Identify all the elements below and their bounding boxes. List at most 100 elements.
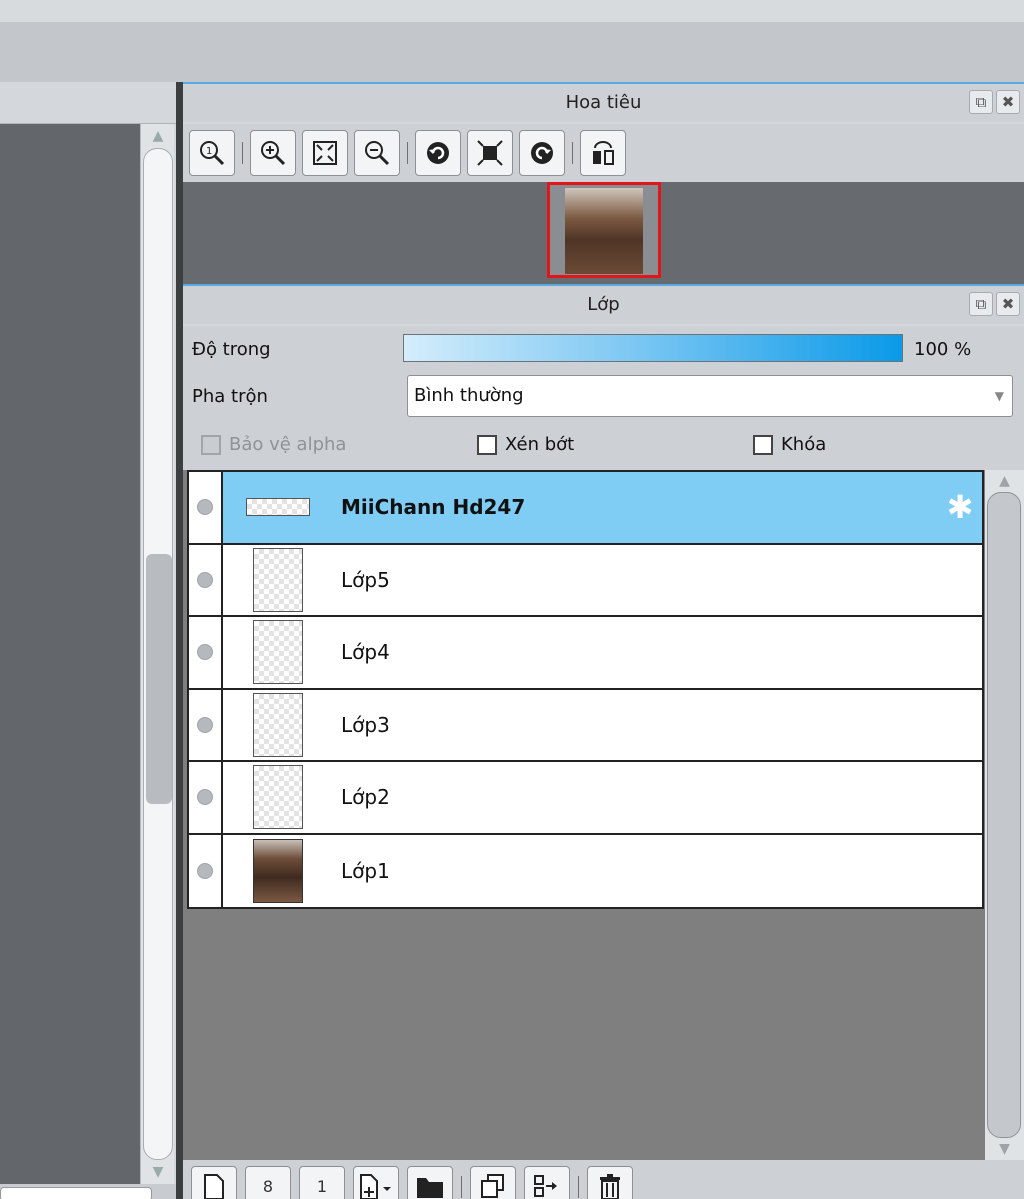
navigator-thumbnail-image [565,188,643,274]
zoom-out-icon [365,141,390,166]
toolbar-separator [578,1176,579,1198]
duplicate-layer-button[interactable] [470,1166,516,1199]
new-page-icon [204,1174,224,1199]
new-1bit-layer-button[interactable]: 1 [299,1166,345,1199]
lock-checkbox[interactable]: Khóa [753,434,826,455]
new-folder-button[interactable] [407,1166,453,1199]
zoom-field[interactable] [0,1187,152,1199]
layer-thumbnail [253,692,303,757]
layer-row[interactable]: Lớp1 [189,834,982,907]
rotate-left-button[interactable] [415,130,461,176]
layer-row[interactable]: Lớp4 [189,617,982,690]
layer-name: Lớp2 [341,785,390,810]
toolbar-separator [461,1176,462,1198]
panel-splitter[interactable] [176,82,183,1199]
opacity-value: 100 % [914,339,972,360]
rotate-right-button[interactable] [519,130,565,176]
checkbox-box [753,434,773,455]
navigator-preview[interactable] [183,182,1024,284]
undock-icon[interactable]: ⧉ [969,292,993,316]
rotate-right-icon [531,142,553,164]
navigator-panel-header: Hoa tiêu ⧉ ✖ [183,82,1024,122]
layer-thumbnail [253,765,303,830]
undock-icon[interactable]: ⧉ [969,90,993,114]
layer-thumbnail [253,547,303,612]
layers-toolbar: 8 1 [183,1160,1024,1199]
layer-row[interactable]: MiiChann Hd247 ✱ [189,472,982,545]
layer-name: Lớp4 [341,640,390,665]
layer-name: MiiChann Hd247 [341,495,526,520]
layers-list-area: MiiChann Hd247 ✱ Lớp5 Lớp4 Lớp3 Lớp2 Lớp… [183,470,1024,1160]
canvas-vertical-scrollbar[interactable]: ▲ ▼ [140,124,174,1184]
add-layer-dropdown-button[interactable] [353,1166,399,1199]
add-layer-icon [360,1174,391,1199]
app-toolbar-strip [0,22,1024,82]
app-top-strip [0,0,1024,22]
scroll-down-arrow-icon[interactable]: ▼ [985,1138,1024,1160]
navigator-view-frame[interactable] [547,182,661,278]
visibility-toggle[interactable] [189,689,223,760]
visibility-dot-icon [197,862,213,879]
delete-layer-button[interactable] [587,1166,633,1199]
navigator-toolbar: 1 [183,124,1024,182]
layer-name: Lớp3 [341,712,390,737]
toolbar-separator [572,142,573,164]
canvas-status-bar [0,1184,176,1199]
layer-properties: Độ trong 100 % Pha trộn Bình thường ▼ Bả… [183,326,1024,470]
fit-screen-icon [477,140,503,166]
zoom-in-button[interactable] [250,130,296,176]
fit-screen-button[interactable] [467,130,513,176]
layer-name: Lớp1 [341,858,390,883]
visibility-dot-icon [197,499,213,516]
merge-down-button[interactable] [524,1166,570,1199]
layer-row[interactable]: Lớp5 [189,544,982,617]
lock-label: Khóa [781,434,827,455]
canvas-tab-bar [0,82,176,124]
visibility-toggle[interactable] [189,762,223,833]
visibility-dot-icon [197,716,213,733]
scrollbar-track[interactable] [987,492,1021,1138]
layers-vertical-scrollbar[interactable]: ▲ ▼ [985,470,1024,1160]
layer-row[interactable]: Lớp2 [189,762,982,835]
blend-mode-select[interactable]: Bình thường ▼ [407,375,1013,417]
chevron-down-icon: ▼ [994,389,1004,403]
checkbox-box [477,434,497,455]
visibility-toggle[interactable] [189,472,223,543]
new-color-layer-button[interactable] [191,1166,237,1199]
visibility-dot-icon [197,571,213,588]
fit-window-button[interactable] [302,130,348,176]
protect-alpha-label: Bảo vệ alpha [229,434,347,455]
protect-alpha-checkbox[interactable]: Bảo vệ alpha [201,434,346,455]
scroll-up-arrow-icon[interactable]: ▲ [985,470,1024,492]
svg-text:1: 1 [206,146,212,157]
duplicate-icon [481,1174,504,1198]
rotate-left-icon [427,142,449,164]
layers-panel-title: Lớp [587,294,620,315]
scroll-up-arrow-icon[interactable]: ▲ [141,124,175,148]
layer-thumbnail [253,838,303,903]
zoom-out-button[interactable] [354,130,400,176]
clipping-checkbox[interactable]: Xén bớt [477,434,574,455]
layer-row[interactable]: Lớp3 [189,689,982,762]
scrollbar-track[interactable] [143,148,173,1160]
visibility-toggle[interactable] [189,834,223,907]
canvas-area[interactable] [0,124,140,1184]
new-8bit-layer-icon: 8 [262,1176,274,1196]
gear-icon[interactable]: ✱ [944,491,976,523]
visibility-toggle[interactable] [189,617,223,688]
zoom-100-icon: 1 [200,141,225,166]
blend-mode-label: Pha trộn [192,386,268,407]
layers-list: MiiChann Hd247 ✱ Lớp5 Lớp4 Lớp3 Lớp2 Lớp… [187,470,984,909]
toolbar-separator [407,142,408,164]
new-1bit-layer-icon: 1 [316,1176,328,1196]
close-icon[interactable]: ✖ [996,90,1020,114]
close-icon[interactable]: ✖ [996,292,1020,316]
zoom-100-button[interactable]: 1 [189,130,235,176]
flip-horizontal-button[interactable] [580,130,626,176]
opacity-slider[interactable] [403,334,903,362]
scrollbar-thumb[interactable] [146,554,172,804]
scroll-down-arrow-icon[interactable]: ▼ [141,1160,175,1184]
visibility-toggle[interactable] [189,544,223,615]
new-8bit-layer-button[interactable]: 8 [245,1166,291,1199]
blend-mode-value: Bình thường [414,385,524,406]
